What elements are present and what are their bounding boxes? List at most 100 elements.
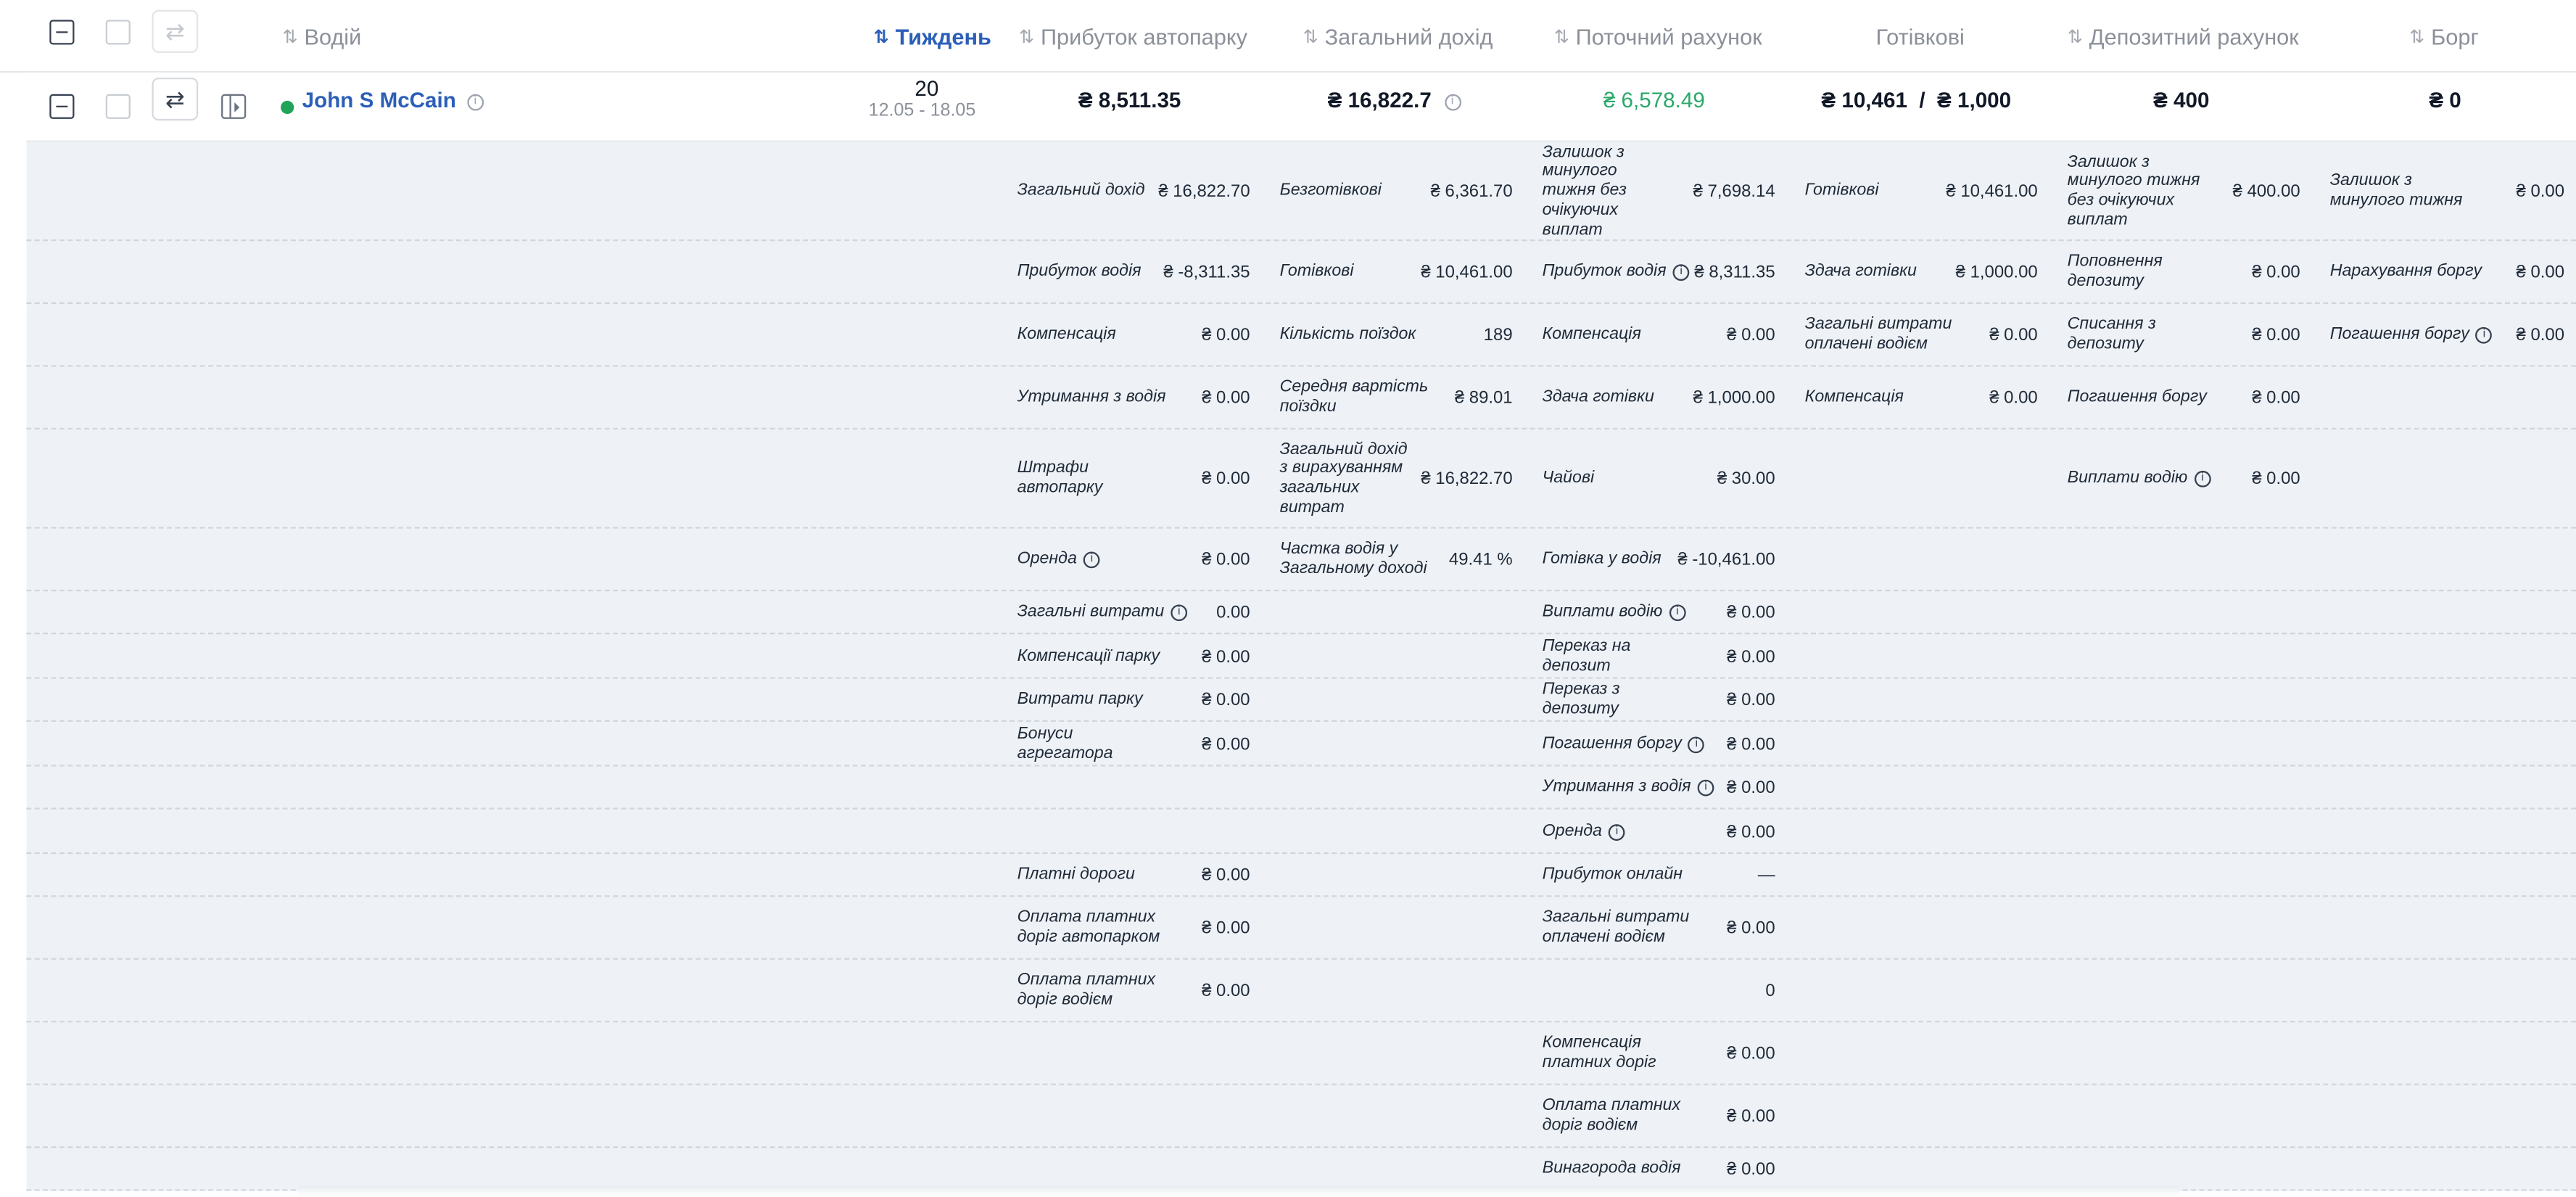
detail-value: ₴ 10,461.00 [1946, 181, 2038, 202]
detail-value: ₴ 400.00 [2232, 181, 2300, 202]
info-icon[interactable]: i [1669, 604, 1686, 622]
detail-label: Виплати водію [2067, 469, 2188, 488]
detail-value: ₴ 0.00 [1202, 690, 1250, 711]
detail-label: Готівка у водія [1542, 550, 1661, 569]
detail-value: ₴ 0.00 [1202, 550, 1250, 570]
collapse-row-checkbox[interactable] [49, 94, 75, 119]
detail-cell: Оплата платних доріг водієм ₴ 0.00 [1543, 1085, 1775, 1148]
detail-label: Платні дороги [1017, 865, 1135, 884]
info-icon[interactable]: i [1688, 736, 1705, 753]
header-driver[interactable]: ⇅ Водій [282, 0, 361, 73]
detail-label: Оплата платних доріг автопарком [1017, 908, 1160, 947]
current-account-value: ₴ 6,578.49 [1603, 87, 1705, 112]
detail-cell: Компенсація платних доріг ₴ 0.00 [1543, 1022, 1775, 1085]
header-label: Готівкові [1875, 24, 1965, 49]
detail-row: Оплата платних доріг автопарком ₴ 0.00 Заг… [26, 897, 2576, 960]
detail-row: Бонуси агрегатора ₴ 0.00 Погашення боргу i ₴… [26, 722, 2576, 767]
detail-label: Кількість поїздок [1279, 325, 1416, 344]
detail-value: ₴ 0.00 [1202, 325, 1250, 345]
detail-cell: Готівка у водія ₴ -10,461.00 [1543, 529, 1775, 592]
header-debt[interactable]: ⇅ Борг [2409, 0, 2479, 73]
header-fleet-profit[interactable]: ⇅ Прибуток автопарку [1019, 0, 1247, 73]
detail-label: Нарахування боргу [2329, 263, 2482, 281]
header-label: Депозитний рахунок [2089, 24, 2299, 49]
select-column-checkbox[interactable] [105, 20, 131, 45]
info-icon[interactable]: i [466, 93, 484, 110]
detail-label: Погашення боргу [2067, 388, 2207, 407]
detail-row: Утримання з водія i ₴ 0.00 [26, 766, 2576, 810]
detail-label: Компенсація [1017, 325, 1116, 344]
header-current-account[interactable]: ⇅ Поточний рахунок [1554, 0, 1762, 73]
detail-cell: Штрафи автопарку ₴ 0.00 [1017, 429, 1250, 529]
detail-cell: Поповнення депозиту ₴ 0.00 [2068, 241, 2300, 304]
detail-value: ₴ 0.00 [1202, 918, 1250, 939]
detail-cell: Виплати водію i ₴ 0.00 [1543, 591, 1775, 634]
detail-cell: Платні дороги ₴ 0.00 [1017, 854, 1250, 897]
horizontal-scrollbar[interactable] [297, 1185, 2180, 1196]
detail-value: ₴ 1,000.00 [1955, 263, 2038, 283]
header-total-income[interactable]: ⇅ Загальний дохід [1303, 0, 1493, 73]
detail-value: ₴ 0.00 [1727, 1044, 1775, 1064]
detail-value: ₴ 0.00 [1989, 325, 2038, 345]
payouts-table: ⇄ ⇅ Водій ⇅ Тиждень ⇅ Прибуток автопарку… [0, 0, 2576, 1196]
info-icon[interactable]: i [1444, 93, 1461, 110]
detail-row: Оплата платних доріг водієм ₴ 0.00 [26, 1085, 2576, 1148]
detail-label: Виплати водію [1542, 603, 1663, 622]
detail-value: 0.00 [1216, 603, 1250, 623]
info-icon[interactable]: i [1171, 604, 1188, 622]
table-row[interactable]: ⇄ John S McCain i 20 12.05 - 18.05 ₴ 8,5… [26, 73, 2576, 142]
detail-value: ₴ 0.00 [1727, 821, 1775, 842]
row-select-checkbox[interactable] [105, 94, 131, 119]
detail-label: Чайові [1542, 469, 1595, 488]
select-all-indeterminate-checkbox[interactable] [49, 20, 75, 45]
info-icon[interactable]: i [1083, 551, 1100, 569]
detail-label: Частка водія у Загальному доході [1279, 540, 1427, 578]
detail-value: ₴ 0.00 [1202, 646, 1250, 667]
detail-row: Загальний дохід ₴ 16,822.70 Безготівкові ₴ … [26, 142, 2576, 242]
detail-label: Утримання з водія [1542, 778, 1691, 797]
detail-label: Компенсація [1804, 388, 1904, 407]
swap-icon-disabled[interactable]: ⇄ [152, 9, 199, 53]
info-icon[interactable]: i [2476, 326, 2493, 344]
detail-cell: Загальні витрати i 0.00 [1017, 591, 1250, 634]
driver-name-link[interactable]: John S McCain i [302, 88, 484, 112]
info-icon[interactable]: i [2194, 470, 2211, 488]
expanded-details: Загальний дохід ₴ 16,822.70 Безготівкові ₴ … [26, 141, 2576, 1191]
info-icon[interactable]: i [1672, 264, 1690, 281]
week-number: 20 [915, 75, 939, 101]
detail-value: — [1757, 865, 1775, 886]
detail-cell: Погашення боргу ₴ 0.00 [2068, 366, 2300, 429]
detail-value: ₴ 0.00 [1202, 865, 1250, 886]
header-week[interactable]: ⇅ Тиждень [873, 0, 991, 73]
detail-label: Оплата платних доріг водієм [1017, 971, 1156, 1010]
detail-cell: Переказ з депозиту ₴ 0.00 [1543, 679, 1775, 722]
detail-label: Оплата платних доріг водієм [1542, 1097, 1681, 1135]
header-deposit-account[interactable]: ⇅ Депозитний рахунок [2068, 0, 2299, 73]
header-label: Борг [2431, 24, 2479, 49]
detail-cell: Погашення боргу i ₴ 0.00 [2330, 304, 2564, 367]
detail-cell: 0 [1543, 960, 1775, 1023]
side-panel-icon[interactable] [221, 94, 247, 119]
detail-label: Готівкові [1279, 263, 1354, 281]
detail-value: 189 [1483, 325, 1513, 345]
detail-label: Загальні витрати оплачені водієм [1804, 316, 1952, 354]
header-label: Загальний дохід [1324, 24, 1493, 49]
sort-icon: ⇅ [873, 27, 888, 47]
detail-value: ₴ 0.00 [2516, 181, 2565, 202]
detail-cell: Списання з депозиту ₴ 0.00 [2068, 304, 2300, 367]
detail-label: Поповнення депозиту [2067, 253, 2163, 291]
info-icon[interactable]: i [1697, 779, 1714, 797]
detail-cell: Залишок з минулого тижня без очікуючих в… [2068, 142, 2300, 242]
fleet-profit-value: ₴ 8,511.35 [1078, 87, 1181, 112]
detail-label: Прибуток водія [1542, 263, 1667, 281]
detail-value: ₴ 1,000.00 [1693, 388, 1775, 408]
detail-value: ₴ 0.00 [1202, 388, 1250, 408]
detail-cell: Компенсація ₴ 0.00 [1017, 304, 1250, 367]
detail-cell: Компенсація ₴ 0.00 [1805, 366, 2038, 429]
swap-icon[interactable]: ⇄ [152, 78, 199, 121]
detail-label: Залишок з минулого тижня [2329, 172, 2463, 210]
sort-icon: ⇅ [2067, 27, 2083, 47]
info-icon[interactable]: i [1609, 823, 1625, 840]
detail-value: ₴ 0.00 [1727, 778, 1775, 798]
detail-label: Загальний дохід [1017, 181, 1145, 200]
